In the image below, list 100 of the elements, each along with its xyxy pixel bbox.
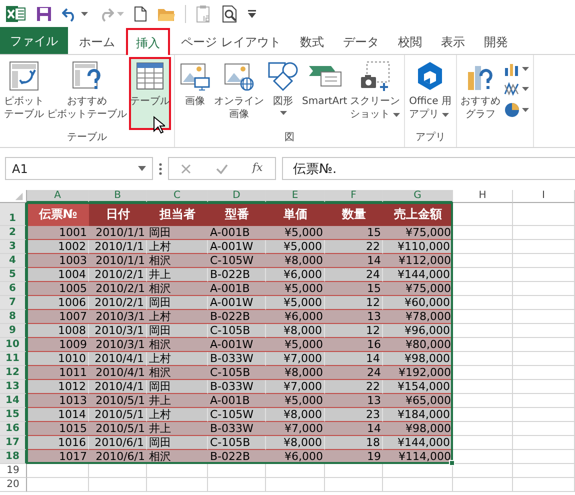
check-icon[interactable] <box>216 164 228 174</box>
column-header[interactable]: B <box>89 190 147 203</box>
ribbon-tab[interactable]: ホーム <box>71 29 123 54</box>
row-header[interactable]: 14 <box>0 394 27 408</box>
empty-cell[interactable] <box>147 464 208 478</box>
customize-icon[interactable] <box>248 10 256 18</box>
ribbon-button[interactable]: 図形 <box>266 57 300 130</box>
empty-cell[interactable] <box>513 394 575 408</box>
new-document-icon[interactable] <box>134 6 147 22</box>
select-all-icon[interactable] <box>0 190 27 203</box>
column-header[interactable]: A <box>27 190 89 203</box>
ribbon-button[interactable]: SmartArt <box>301 57 348 130</box>
empty-cell[interactable] <box>513 310 575 324</box>
table-cell: 2010/5/1 <box>89 394 147 408</box>
empty-cell[interactable] <box>513 254 575 268</box>
row-header[interactable]: 9 <box>0 324 27 338</box>
empty-cell[interactable] <box>383 478 453 492</box>
row-header[interactable]: 4 <box>0 254 27 268</box>
column-header[interactable]: E <box>266 190 325 203</box>
empty-cell[interactable] <box>89 478 147 492</box>
row-header[interactable]: 10 <box>0 338 27 352</box>
formula-field[interactable]: 伝票№. <box>282 157 575 180</box>
row-header[interactable]: 20 <box>0 478 27 492</box>
empty-cell[interactable] <box>208 464 266 478</box>
column-header[interactable]: D <box>208 190 266 203</box>
empty-cell[interactable] <box>89 464 147 478</box>
ribbon-button[interactable]: オンライン 画像 <box>213 57 265 130</box>
row-header[interactable]: 15 <box>0 408 27 422</box>
row-header[interactable]: 11 <box>0 352 27 366</box>
ribbon-tab[interactable]: 校閲 <box>390 29 430 54</box>
ribbon-button[interactable]: 画像 <box>178 57 212 130</box>
empty-cell[interactable] <box>513 450 575 464</box>
row-header[interactable]: 16 <box>0 422 27 436</box>
row-header[interactable]: 1 <box>0 203 27 226</box>
empty-cell[interactable] <box>453 478 513 492</box>
pie-chart-button[interactable] <box>502 101 530 119</box>
empty-cell[interactable] <box>147 478 208 492</box>
row-header[interactable]: 6 <box>0 282 27 296</box>
column-header[interactable]: F <box>325 190 383 203</box>
ribbon-tab[interactable]: 挿入 <box>126 28 170 55</box>
folder-icon[interactable] <box>157 6 175 22</box>
ribbon-button[interactable]: ピボット テーブル <box>3 57 45 130</box>
empty-cell[interactable] <box>513 380 575 394</box>
fill-handle[interactable] <box>449 460 455 466</box>
print-preview-icon[interactable] <box>222 5 238 23</box>
pivot-table-icon <box>8 60 40 92</box>
empty-cell[interactable] <box>325 464 383 478</box>
table-cell: ¥75,000 <box>383 282 453 296</box>
more-icon[interactable] <box>159 162 162 174</box>
empty-cell[interactable] <box>513 324 575 338</box>
empty-cell[interactable] <box>513 352 575 366</box>
empty-cell[interactable] <box>513 282 575 296</box>
row-header[interactable]: 2 <box>0 226 27 240</box>
empty-cell[interactable] <box>513 338 575 352</box>
save-icon[interactable] <box>36 6 52 22</box>
column-header[interactable]: H <box>453 190 513 203</box>
table-cell: 井上 <box>147 422 208 436</box>
empty-cell[interactable] <box>513 366 575 380</box>
file-tab[interactable]: ファイル <box>0 27 68 54</box>
cancel-icon[interactable] <box>181 164 192 174</box>
empty-cell[interactable] <box>513 408 575 422</box>
empty-cell[interactable] <box>325 478 383 492</box>
ribbon-tab[interactable]: データ <box>334 29 387 54</box>
excel-logo-icon[interactable] <box>6 5 26 23</box>
row-header[interactable]: 12 <box>0 366 27 380</box>
ribbon-tab[interactable]: 表示 <box>432 29 473 54</box>
insert-function-button[interactable]: fx <box>252 160 263 177</box>
ribbon-button[interactable]: おすすめ ピボットテーブル <box>46 57 128 130</box>
empty-cell[interactable] <box>513 436 575 450</box>
empty-cell[interactable] <box>513 240 575 254</box>
row-header[interactable]: 7 <box>0 296 27 310</box>
empty-cell[interactable] <box>513 478 575 492</box>
empty-cell[interactable] <box>208 478 266 492</box>
line-chart-button[interactable] <box>502 81 530 97</box>
column-chart-button[interactable] <box>502 61 530 77</box>
row-header[interactable]: 3 <box>0 240 27 254</box>
empty-cell[interactable] <box>513 226 575 240</box>
empty-cell[interactable] <box>266 464 325 478</box>
empty-cell[interactable] <box>513 464 575 478</box>
row-header[interactable]: 17 <box>0 436 27 450</box>
name-box[interactable]: A1 <box>5 157 153 180</box>
empty-cell[interactable] <box>513 203 575 226</box>
ribbon-button[interactable]: スクリーン ショット <box>349 57 402 130</box>
empty-cell[interactable] <box>513 268 575 282</box>
column-header[interactable]: G <box>383 190 453 203</box>
row-header[interactable]: 18 <box>0 450 27 464</box>
empty-cell[interactable] <box>513 296 575 310</box>
column-header[interactable]: I <box>513 190 575 203</box>
ribbon-tab[interactable]: 数式 <box>292 29 332 54</box>
row-header[interactable]: 13 <box>0 380 27 394</box>
empty-cell[interactable] <box>513 422 575 436</box>
ribbon-tab[interactable]: 開発 <box>476 29 516 54</box>
column-header[interactable]: C <box>147 190 208 203</box>
ribbon-tab[interactable]: ページ レイアウト <box>173 29 289 54</box>
row-header[interactable]: 5 <box>0 268 27 282</box>
row-header[interactable]: 8 <box>0 310 27 324</box>
ribbon-button[interactable]: おすすめ グラフ <box>460 57 502 130</box>
empty-cell[interactable] <box>266 478 325 492</box>
row-header[interactable]: 19 <box>0 464 27 478</box>
ribbon-button[interactable]: Office 用 アプリ <box>408 57 452 130</box>
